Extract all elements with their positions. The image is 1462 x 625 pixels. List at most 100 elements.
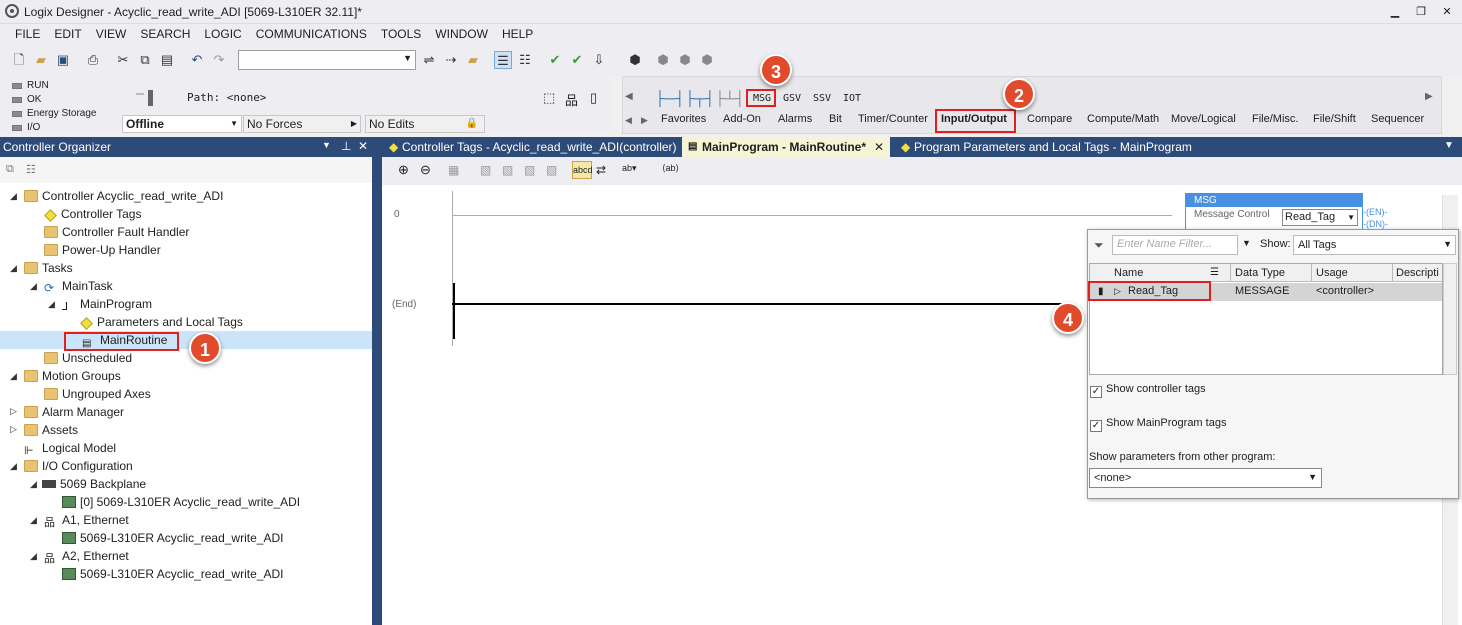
tab-compare[interactable]: Compare	[1027, 113, 1072, 125]
tree-tasks[interactable]: Tasks	[24, 259, 73, 277]
col-description[interactable]: Descripti	[1396, 267, 1439, 279]
expand-icon[interactable]: ☷	[26, 163, 36, 176]
collapse-arrow-icon[interactable]: ◢	[30, 515, 37, 526]
controller-icon[interactable]: ▯	[590, 90, 597, 106]
tab-sequencer[interactable]: Sequencer	[1371, 113, 1424, 125]
chevron-down-icon[interactable]: ▼	[1444, 140, 1454, 151]
chevron-down-icon[interactable]: ▼	[322, 140, 331, 150]
download-icon[interactable]: ⇩	[590, 51, 608, 69]
rung-view-icon[interactable]: ▦	[448, 163, 459, 177]
tab-timer-counter[interactable]: Timer/Counter	[858, 113, 928, 125]
menu-edit[interactable]: EDIT	[47, 24, 88, 44]
options-dropdown-icon[interactable]: ab▾	[622, 163, 637, 174]
close-button[interactable]: ✕	[1436, 3, 1458, 21]
tree-a2-module[interactable]: 5069-L310ER Acyclic_read_write_ADI	[62, 565, 283, 583]
tag-display-icon[interactable]: ⇄	[596, 163, 606, 177]
col-usage[interactable]: Usage	[1316, 267, 1348, 279]
collapse-arrow-icon[interactable]: ◢	[10, 263, 17, 274]
mode-dropdown[interactable]: Offline ▼	[122, 115, 242, 133]
tree-mainprogram[interactable]: ⅃ MainProgram	[62, 295, 152, 313]
tab-alarms[interactable]: Alarms	[778, 113, 812, 125]
unlock-icon[interactable]: ⬢	[698, 51, 716, 69]
collapse-arrow-icon[interactable]: ◢	[30, 479, 37, 490]
tab-mainroutine[interactable]: ▤ MainProgram - MainRoutine* ✕	[682, 137, 890, 157]
go-online-icon[interactable]: ⇌	[420, 51, 438, 69]
tree-backplane[interactable]: 5069 Backplane	[42, 475, 146, 493]
lock-icon[interactable]: ⬢	[676, 51, 694, 69]
tree-parameters[interactable]: Parameters and Local Tags	[80, 313, 243, 331]
print-icon[interactable]: ⎙	[84, 51, 102, 69]
restore-button[interactable]: ❐	[1410, 3, 1432, 21]
path-browse-icon[interactable]: ⬚	[543, 90, 555, 106]
column-options-icon[interactable]: ☰	[1210, 267, 1219, 278]
tree-mainroutine[interactable]: ▤ MainRoutine	[0, 331, 372, 349]
menu-tools[interactable]: TOOLS	[374, 24, 428, 44]
redo-icon[interactable]: ↷	[210, 51, 228, 69]
tree-controller[interactable]: Controller Acyclic_read_write_ADI	[24, 187, 223, 205]
expand-arrow-icon[interactable]: ▷	[10, 406, 17, 417]
tab-left-icon[interactable]: ◀	[625, 115, 632, 126]
search-combo[interactable]: ▼	[238, 50, 416, 70]
tab-right-icon[interactable]: ▶	[641, 115, 648, 126]
online-icon[interactable]: ⬢	[626, 51, 644, 69]
new-icon[interactable]: 🗋	[10, 51, 28, 69]
menu-help[interactable]: HELP	[495, 24, 540, 44]
tool-b-icon[interactable]: ▧	[502, 163, 513, 177]
close-tab-icon[interactable]: ✕	[874, 137, 884, 157]
browse-icon[interactable]: ⇢	[442, 51, 460, 69]
menu-file[interactable]: FILE	[8, 24, 47, 44]
tab-add-on[interactable]: Add-On	[723, 113, 761, 125]
name-filter-input[interactable]: Enter Name Filter...	[1112, 235, 1238, 255]
tab-controller-tags[interactable]: ◆ Controller Tags - Acyclic_read_write_AD…	[382, 137, 680, 157]
expand-arrow-icon[interactable]: ▷	[10, 424, 17, 435]
tree-io-configuration[interactable]: I/O Configuration	[24, 457, 133, 475]
zoom-out-icon[interactable]: ⊖	[420, 162, 431, 178]
tree-motion-groups[interactable]: Motion Groups	[24, 367, 121, 385]
undo-icon[interactable]: ↶	[188, 51, 206, 69]
tree-alarm-manager[interactable]: Alarm Manager	[24, 403, 124, 421]
watch-icon[interactable]: ⟨ab⟩	[662, 163, 679, 174]
tab-bit[interactable]: Bit	[829, 113, 842, 125]
open-icon[interactable]: ▰	[32, 51, 50, 69]
tab-compute-math[interactable]: Compute/Math	[1087, 113, 1159, 125]
paste-icon[interactable]: ▤	[158, 51, 176, 69]
verify-icon[interactable]: ✔	[546, 51, 564, 69]
menu-logic[interactable]: LOGIC	[197, 24, 248, 44]
tool-d-icon[interactable]: ▧	[546, 163, 557, 177]
branch-level-icon[interactable]: ├┴┤	[715, 90, 745, 106]
tree-controller-module[interactable]: [0] 5069-L310ER Acyclic_read_write_ADI	[62, 493, 300, 511]
pin-icon[interactable]: ⊥	[341, 139, 351, 153]
organizer-icon[interactable]: ☰	[494, 51, 512, 69]
collapse-arrow-icon[interactable]: ◢	[10, 371, 17, 382]
folder-icon[interactable]: ▰	[464, 51, 482, 69]
msg-tag-field[interactable]: Read_Tag ▼	[1282, 209, 1358, 226]
menu-window[interactable]: WINDOW	[428, 24, 495, 44]
scroll-left-icon[interactable]: ◀	[625, 91, 633, 102]
scroll-right-icon[interactable]: ▶	[1425, 91, 1433, 102]
tree-assets[interactable]: Assets	[24, 421, 78, 439]
tree-maintask[interactable]: ⟳ MainTask	[44, 277, 113, 295]
filter-dropdown-icon[interactable]: ▼	[1242, 238, 1251, 248]
collapse-arrow-icon[interactable]: ◢	[30, 551, 37, 562]
tab-file-shift[interactable]: File/Shift	[1313, 113, 1356, 125]
tab-move-logical[interactable]: Move/Logical	[1171, 113, 1236, 125]
tree-controller-tags[interactable]: Controller Tags	[44, 205, 141, 223]
minimize-button[interactable]: ▁	[1384, 3, 1406, 21]
col-data-type[interactable]: Data Type	[1235, 267, 1285, 279]
tree-a2-ethernet[interactable]: 品 A2, Ethernet	[44, 547, 129, 565]
tab-program-parameters[interactable]: ◆ Program Parameters and Local Tags - Mai…	[894, 137, 1194, 157]
tab-file-misc[interactable]: File/Misc.	[1252, 113, 1298, 125]
tree-icon[interactable]: ☷	[516, 51, 534, 69]
rung-icon[interactable]: ├─┤	[655, 90, 685, 106]
tool-a-icon[interactable]: ▧	[480, 163, 491, 177]
forces-dropdown[interactable]: No Forces ▶	[243, 115, 361, 133]
grid-scrollbar[interactable]	[1443, 263, 1457, 375]
tree-a1-ethernet[interactable]: 品 A1, Ethernet	[44, 511, 129, 529]
other-program-dropdown[interactable]: <none> ▼	[1089, 468, 1322, 488]
show-dropdown[interactable]: All Tags ▼	[1293, 235, 1456, 255]
verify-all-icon[interactable]: ✔	[568, 51, 586, 69]
zoom-in-icon[interactable]: ⊕	[398, 162, 409, 178]
collapse-arrow-icon[interactable]: ◢	[48, 299, 55, 310]
close-icon[interactable]: ✕	[358, 139, 368, 153]
show-program-tags-checkbox[interactable]: ✓ Show MainProgram tags	[1090, 417, 1226, 432]
